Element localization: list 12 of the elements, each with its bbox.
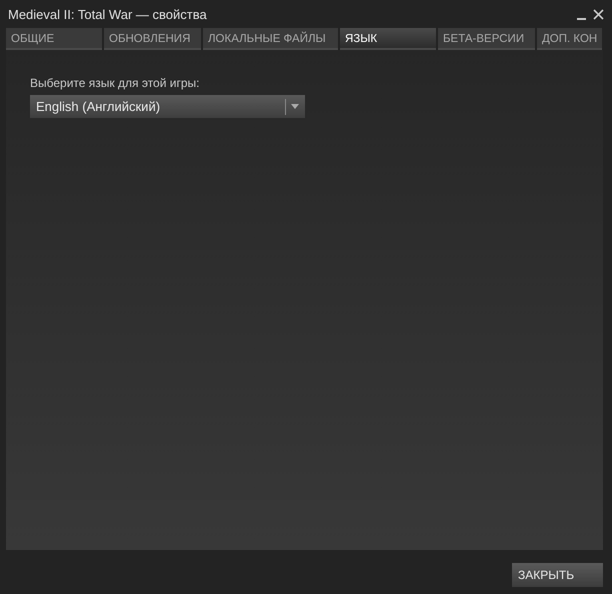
tab[interactable]: ОБНОВЛЕНИЯ: [104, 28, 201, 50]
tab[interactable]: ДОП. КОН: [537, 28, 602, 50]
tab[interactable]: БЕТА-ВЕРСИИ: [438, 28, 535, 50]
tab[interactable]: ЯЗЫК: [340, 28, 436, 50]
close-icon[interactable]: [593, 8, 604, 20]
tab[interactable]: ЛОКАЛЬНЫЕ ФАЙЛЫ: [203, 28, 338, 50]
caret-icon: [291, 104, 299, 109]
language-dropdown[interactable]: English (Английский): [30, 95, 305, 118]
close-button[interactable]: ЗАКРЫТЬ: [512, 563, 603, 587]
window-title: Medieval II: Total War — свойства: [8, 6, 207, 22]
tab[interactable]: ОБЩИЕ: [6, 28, 102, 50]
language-label: Выберите язык для этой игры:: [30, 76, 200, 90]
